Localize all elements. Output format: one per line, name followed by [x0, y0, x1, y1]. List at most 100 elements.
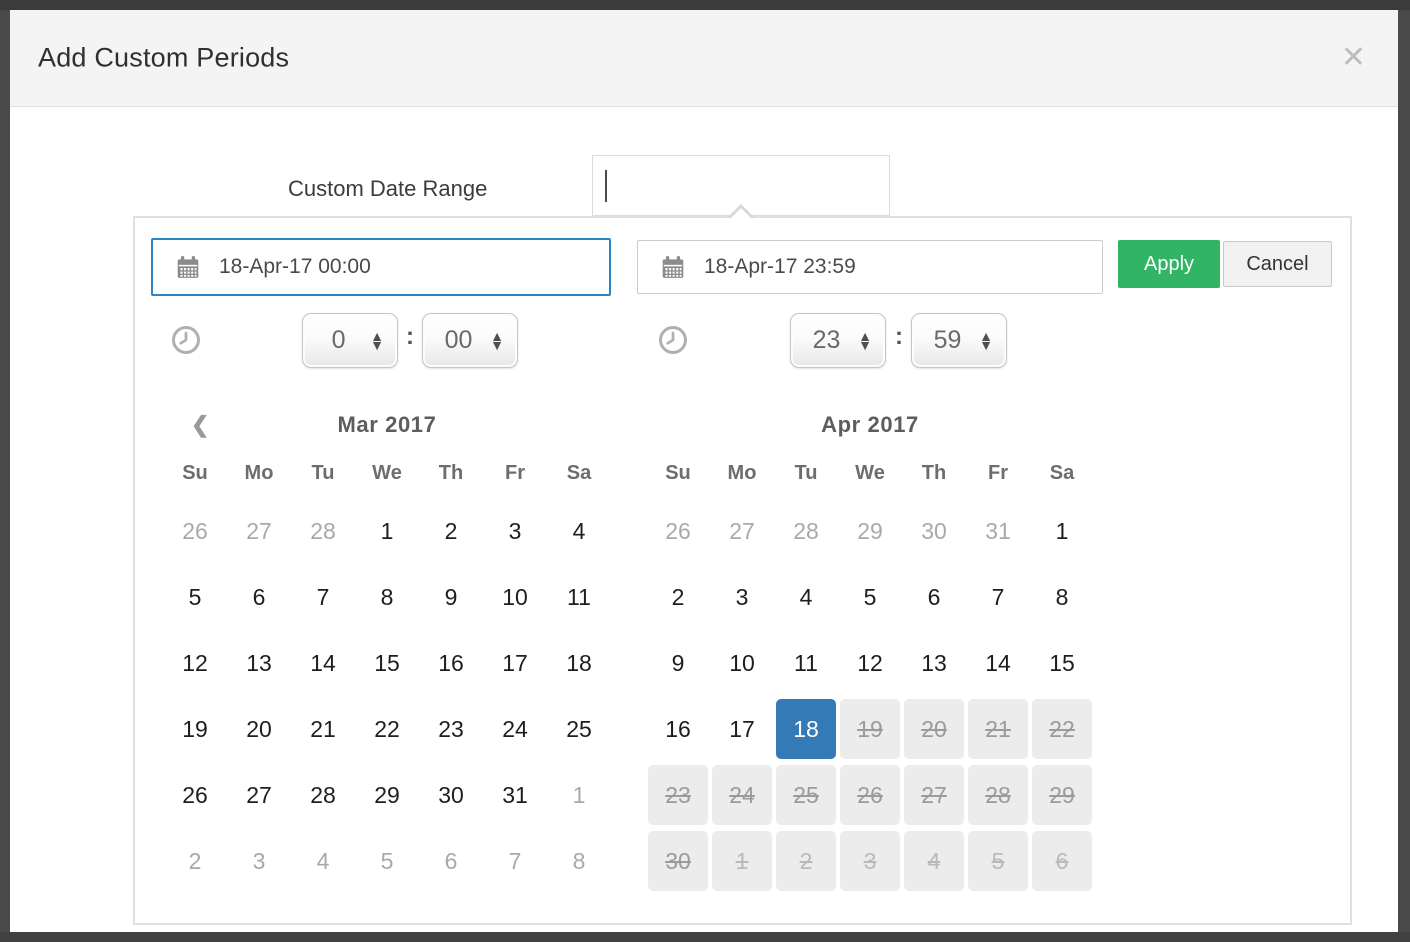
day-cell[interactable]: 4	[549, 501, 609, 561]
day-cell[interactable]: 26	[165, 501, 225, 561]
end-minute-select[interactable]: 59 ▲▼	[911, 313, 1007, 368]
end-hour-value: 23	[791, 326, 858, 355]
modal-title: Add Custom Periods	[38, 43, 289, 74]
day-cell[interactable]: 5	[357, 831, 417, 891]
day-cell[interactable]: 3	[229, 831, 289, 891]
day-cell[interactable]: 6	[229, 567, 289, 627]
day-cell[interactable]: 1	[549, 765, 609, 825]
day-cell[interactable]: 14	[968, 633, 1028, 693]
day-cell[interactable]: 27	[712, 501, 772, 561]
day-cell[interactable]: 6	[904, 567, 964, 627]
day-cell[interactable]: 4	[776, 567, 836, 627]
day-cell[interactable]: 9	[421, 567, 481, 627]
day-cell: 2	[776, 831, 836, 891]
day-cell[interactable]: 17	[712, 699, 772, 759]
day-cell[interactable]: 26	[165, 765, 225, 825]
day-cell[interactable]: 30	[421, 765, 481, 825]
prev-month-icon[interactable]: ❮	[191, 404, 209, 446]
day-cell[interactable]: 31	[485, 765, 545, 825]
day-cell[interactable]: 13	[229, 633, 289, 693]
day-cell[interactable]: 3	[712, 567, 772, 627]
modal-header: Add Custom Periods ✕	[10, 10, 1398, 107]
day-cell[interactable]: 11	[776, 633, 836, 693]
day-cell[interactable]: 8	[1032, 567, 1092, 627]
day-cell[interactable]: 26	[648, 501, 708, 561]
spinner-arrows-icon[interactable]: ▲▼	[370, 332, 384, 349]
day-cell[interactable]: 16	[421, 633, 481, 693]
spinner-arrows-icon[interactable]: ▲▼	[858, 332, 872, 349]
start-minute-select[interactable]: 00 ▲▼	[422, 313, 518, 368]
day-cell[interactable]: 28	[776, 501, 836, 561]
day-cell: 27	[904, 765, 964, 825]
day-cell[interactable]: 15	[1032, 633, 1092, 693]
weekday-label: We	[840, 462, 900, 485]
weekday-label: Fr	[485, 462, 545, 485]
spinner-arrows-icon[interactable]: ▲▼	[490, 332, 504, 349]
day-cell[interactable]: 14	[293, 633, 353, 693]
day-cell[interactable]: 8	[549, 831, 609, 891]
day-cell[interactable]: 18	[549, 633, 609, 693]
popover-notch-fill	[731, 208, 751, 218]
day-cell[interactable]: 21	[293, 699, 353, 759]
day-cell[interactable]: 17	[485, 633, 545, 693]
day-cell[interactable]: 20	[229, 699, 289, 759]
weekday-label: Sa	[549, 462, 609, 485]
start-date-input[interactable]: 18-Apr-17 00:00	[151, 238, 611, 296]
day-cell[interactable]: 24	[485, 699, 545, 759]
day-cell[interactable]: 18	[776, 699, 836, 759]
day-cell[interactable]: 15	[357, 633, 417, 693]
day-cell[interactable]: 19	[165, 699, 225, 759]
day-cell[interactable]: 7	[293, 567, 353, 627]
day-cell: 23	[648, 765, 708, 825]
day-cell[interactable]: 2	[648, 567, 708, 627]
weekday-label: We	[357, 462, 417, 485]
weekday-label: Mo	[229, 462, 289, 485]
day-cell[interactable]: 11	[549, 567, 609, 627]
day-cell[interactable]: 31	[968, 501, 1028, 561]
day-cell[interactable]: 1	[1032, 501, 1092, 561]
end-date-input[interactable]: 18-Apr-17 23:59	[637, 240, 1103, 294]
overlay-edge-right	[1398, 10, 1410, 932]
day-cell[interactable]: 12	[840, 633, 900, 693]
day-cell[interactable]: 16	[648, 699, 708, 759]
day-cell[interactable]: 12	[165, 633, 225, 693]
weekday-label: Th	[904, 462, 964, 485]
day-cell[interactable]: 30	[904, 501, 964, 561]
day-cell[interactable]: 28	[293, 501, 353, 561]
start-hour-select[interactable]: 0 ▲▼	[302, 313, 398, 368]
close-icon[interactable]: ✕	[1341, 43, 1366, 73]
day-cell[interactable]: 13	[904, 633, 964, 693]
day-cell[interactable]: 3	[485, 501, 545, 561]
weekday-label: Th	[421, 462, 481, 485]
day-cell[interactable]: 5	[840, 567, 900, 627]
day-cell[interactable]: 28	[293, 765, 353, 825]
day-cell[interactable]: 29	[840, 501, 900, 561]
day-cell[interactable]: 4	[293, 831, 353, 891]
day-cell[interactable]: 8	[357, 567, 417, 627]
day-cell[interactable]: 10	[485, 567, 545, 627]
text-caret	[605, 170, 607, 202]
cancel-button[interactable]: Cancel	[1223, 241, 1332, 287]
day-cell[interactable]: 25	[549, 699, 609, 759]
day-cell[interactable]: 7	[968, 567, 1028, 627]
day-cell[interactable]: 23	[421, 699, 481, 759]
day-cell[interactable]: 7	[485, 831, 545, 891]
apply-button[interactable]: Apply	[1118, 240, 1220, 288]
day-cell[interactable]: 9	[648, 633, 708, 693]
day-cell[interactable]: 27	[229, 765, 289, 825]
day-cell[interactable]: 6	[421, 831, 481, 891]
weekday-label: Su	[165, 462, 225, 485]
start-date-value: 18-Apr-17 00:00	[219, 255, 371, 279]
day-cell[interactable]: 2	[421, 501, 481, 561]
day-cell[interactable]: 22	[357, 699, 417, 759]
day-cell[interactable]: 29	[357, 765, 417, 825]
day-cell[interactable]: 27	[229, 501, 289, 561]
day-cell[interactable]: 10	[712, 633, 772, 693]
calendar-icon	[175, 254, 201, 280]
end-hour-select[interactable]: 23 ▲▼	[790, 313, 886, 368]
day-cell[interactable]: 1	[357, 501, 417, 561]
day-cell: 28	[968, 765, 1028, 825]
spinner-arrows-icon[interactable]: ▲▼	[979, 332, 993, 349]
day-cell[interactable]: 2	[165, 831, 225, 891]
day-cell[interactable]: 5	[165, 567, 225, 627]
